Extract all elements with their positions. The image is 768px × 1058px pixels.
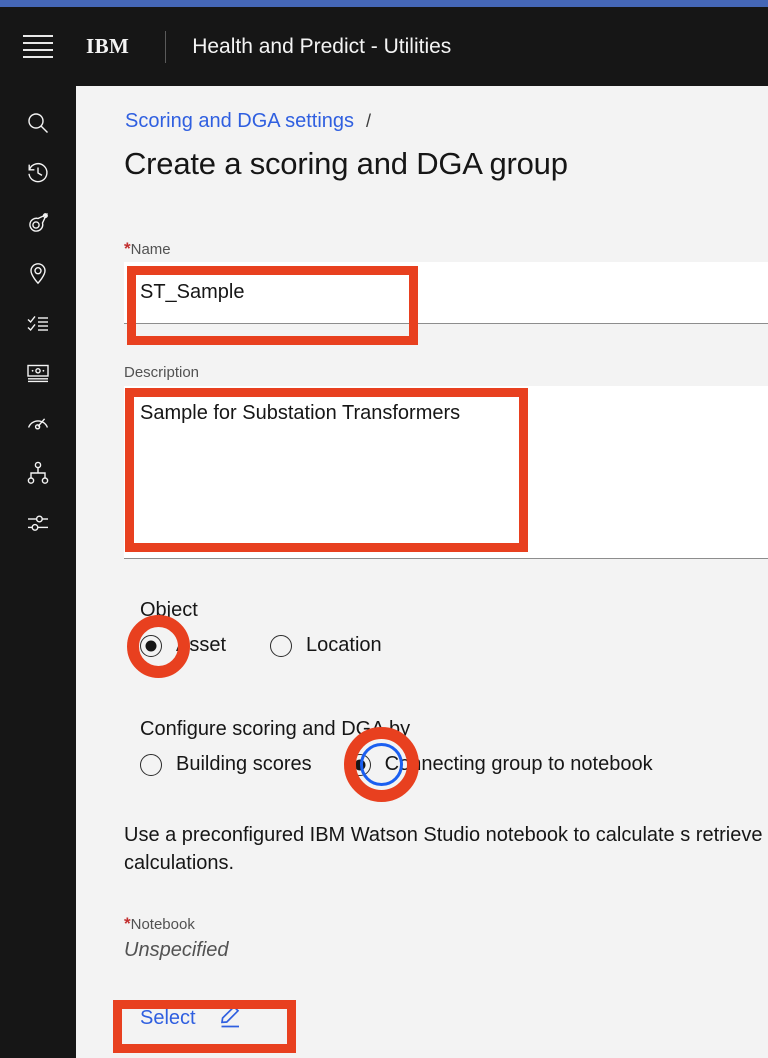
radio-label-asset: Asset: [176, 634, 227, 656]
header-divider: [165, 30, 167, 63]
object-group-label: Object: [140, 599, 198, 621]
object-radio-group: Asset Location: [140, 634, 382, 657]
sidebar-item-work-orders[interactable]: [0, 298, 76, 348]
notebook-value: Unspecified: [124, 939, 229, 961]
configure-radio-group: Building scores Connecting group to note…: [140, 753, 653, 776]
radio-dot-location[interactable]: [270, 634, 293, 657]
top-accent-bar: [0, 0, 768, 7]
sidebar-item-locations[interactable]: [0, 248, 76, 298]
app-header: IBM Health and Predict - Utilities: [0, 7, 768, 86]
radio-label-location: Location: [306, 634, 382, 656]
sidebar-item-health-scores[interactable]: [0, 398, 76, 448]
select-button-label: Select: [140, 1007, 196, 1029]
radio-dot-building-scores[interactable]: [140, 753, 162, 776]
asset-tag-icon: [25, 210, 51, 236]
configure-group-label: Configure scoring and DGA by: [140, 718, 411, 740]
sidebar-item-groups[interactable]: [0, 448, 76, 498]
notebook-field-label: *Notebook: [124, 915, 195, 933]
notebook-label-text: Notebook: [130, 916, 195, 933]
required-asterisk-name: *: [124, 239, 131, 258]
description-field-label: Description: [124, 364, 200, 381]
hierarchy-icon: [25, 460, 51, 486]
breadcrumb-link-scoring-settings[interactable]: Scoring and DGA settings: [125, 110, 354, 133]
page-title: Create a scoring and DGA group: [124, 146, 568, 181]
checklist-icon: [25, 310, 51, 336]
sidebar-item-recently-viewed[interactable]: [0, 148, 76, 198]
sidebar-rail: [0, 86, 76, 1058]
location-pin-icon: [25, 260, 51, 286]
radio-option-building-scores[interactable]: Building scores: [140, 753, 312, 776]
name-input[interactable]: [124, 262, 768, 324]
radio-label-building-scores: Building scores: [176, 753, 312, 775]
breadcrumb: Scoring and DGA settings /: [125, 110, 371, 133]
description-input[interactable]: Sample for Substation Transformers: [124, 386, 768, 559]
breadcrumb-separator: /: [366, 111, 372, 131]
sidebar-item-settings[interactable]: [0, 498, 76, 548]
radio-label-connecting-group-to-notebook: Connecting group to notebook: [384, 753, 653, 775]
radio-option-asset[interactable]: Asset: [140, 634, 226, 657]
select-notebook-button[interactable]: Select: [140, 1002, 244, 1035]
main-content: Scoring and DGA settings / Create a scor…: [76, 86, 768, 1058]
radio-option-connecting-group-to-notebook[interactable]: Connecting group to notebook: [348, 753, 653, 776]
sidebar-item-assets[interactable]: [0, 198, 76, 248]
radio-dot-connecting-group-to-notebook[interactable]: [348, 753, 371, 776]
name-field-label: *Name: [124, 240, 171, 258]
hamburger-menu-icon[interactable]: [0, 7, 76, 86]
search-icon: [25, 110, 51, 136]
brand-logo: IBM: [86, 34, 130, 58]
sliders-icon: [25, 510, 51, 536]
radio-option-location[interactable]: Location: [270, 634, 382, 657]
name-label-text: Name: [130, 241, 171, 258]
radio-dot-asset[interactable]: [140, 634, 162, 657]
edit-pencil-icon[interactable]: [216, 1002, 244, 1035]
card-reader-icon: [25, 360, 51, 386]
app-window: IBM Health and Predict - Utilities Scori…: [0, 0, 768, 1058]
app-title: Health and Predict - Utilities: [192, 34, 452, 58]
history-icon: [25, 160, 51, 186]
sidebar-item-search[interactable]: [0, 98, 76, 148]
required-asterisk-notebook: *: [124, 914, 131, 933]
gauge-icon: [25, 410, 51, 436]
helper-text: Use a preconfigured IBM Watson Studio no…: [124, 824, 768, 875]
sidebar-item-meters[interactable]: [0, 348, 76, 398]
